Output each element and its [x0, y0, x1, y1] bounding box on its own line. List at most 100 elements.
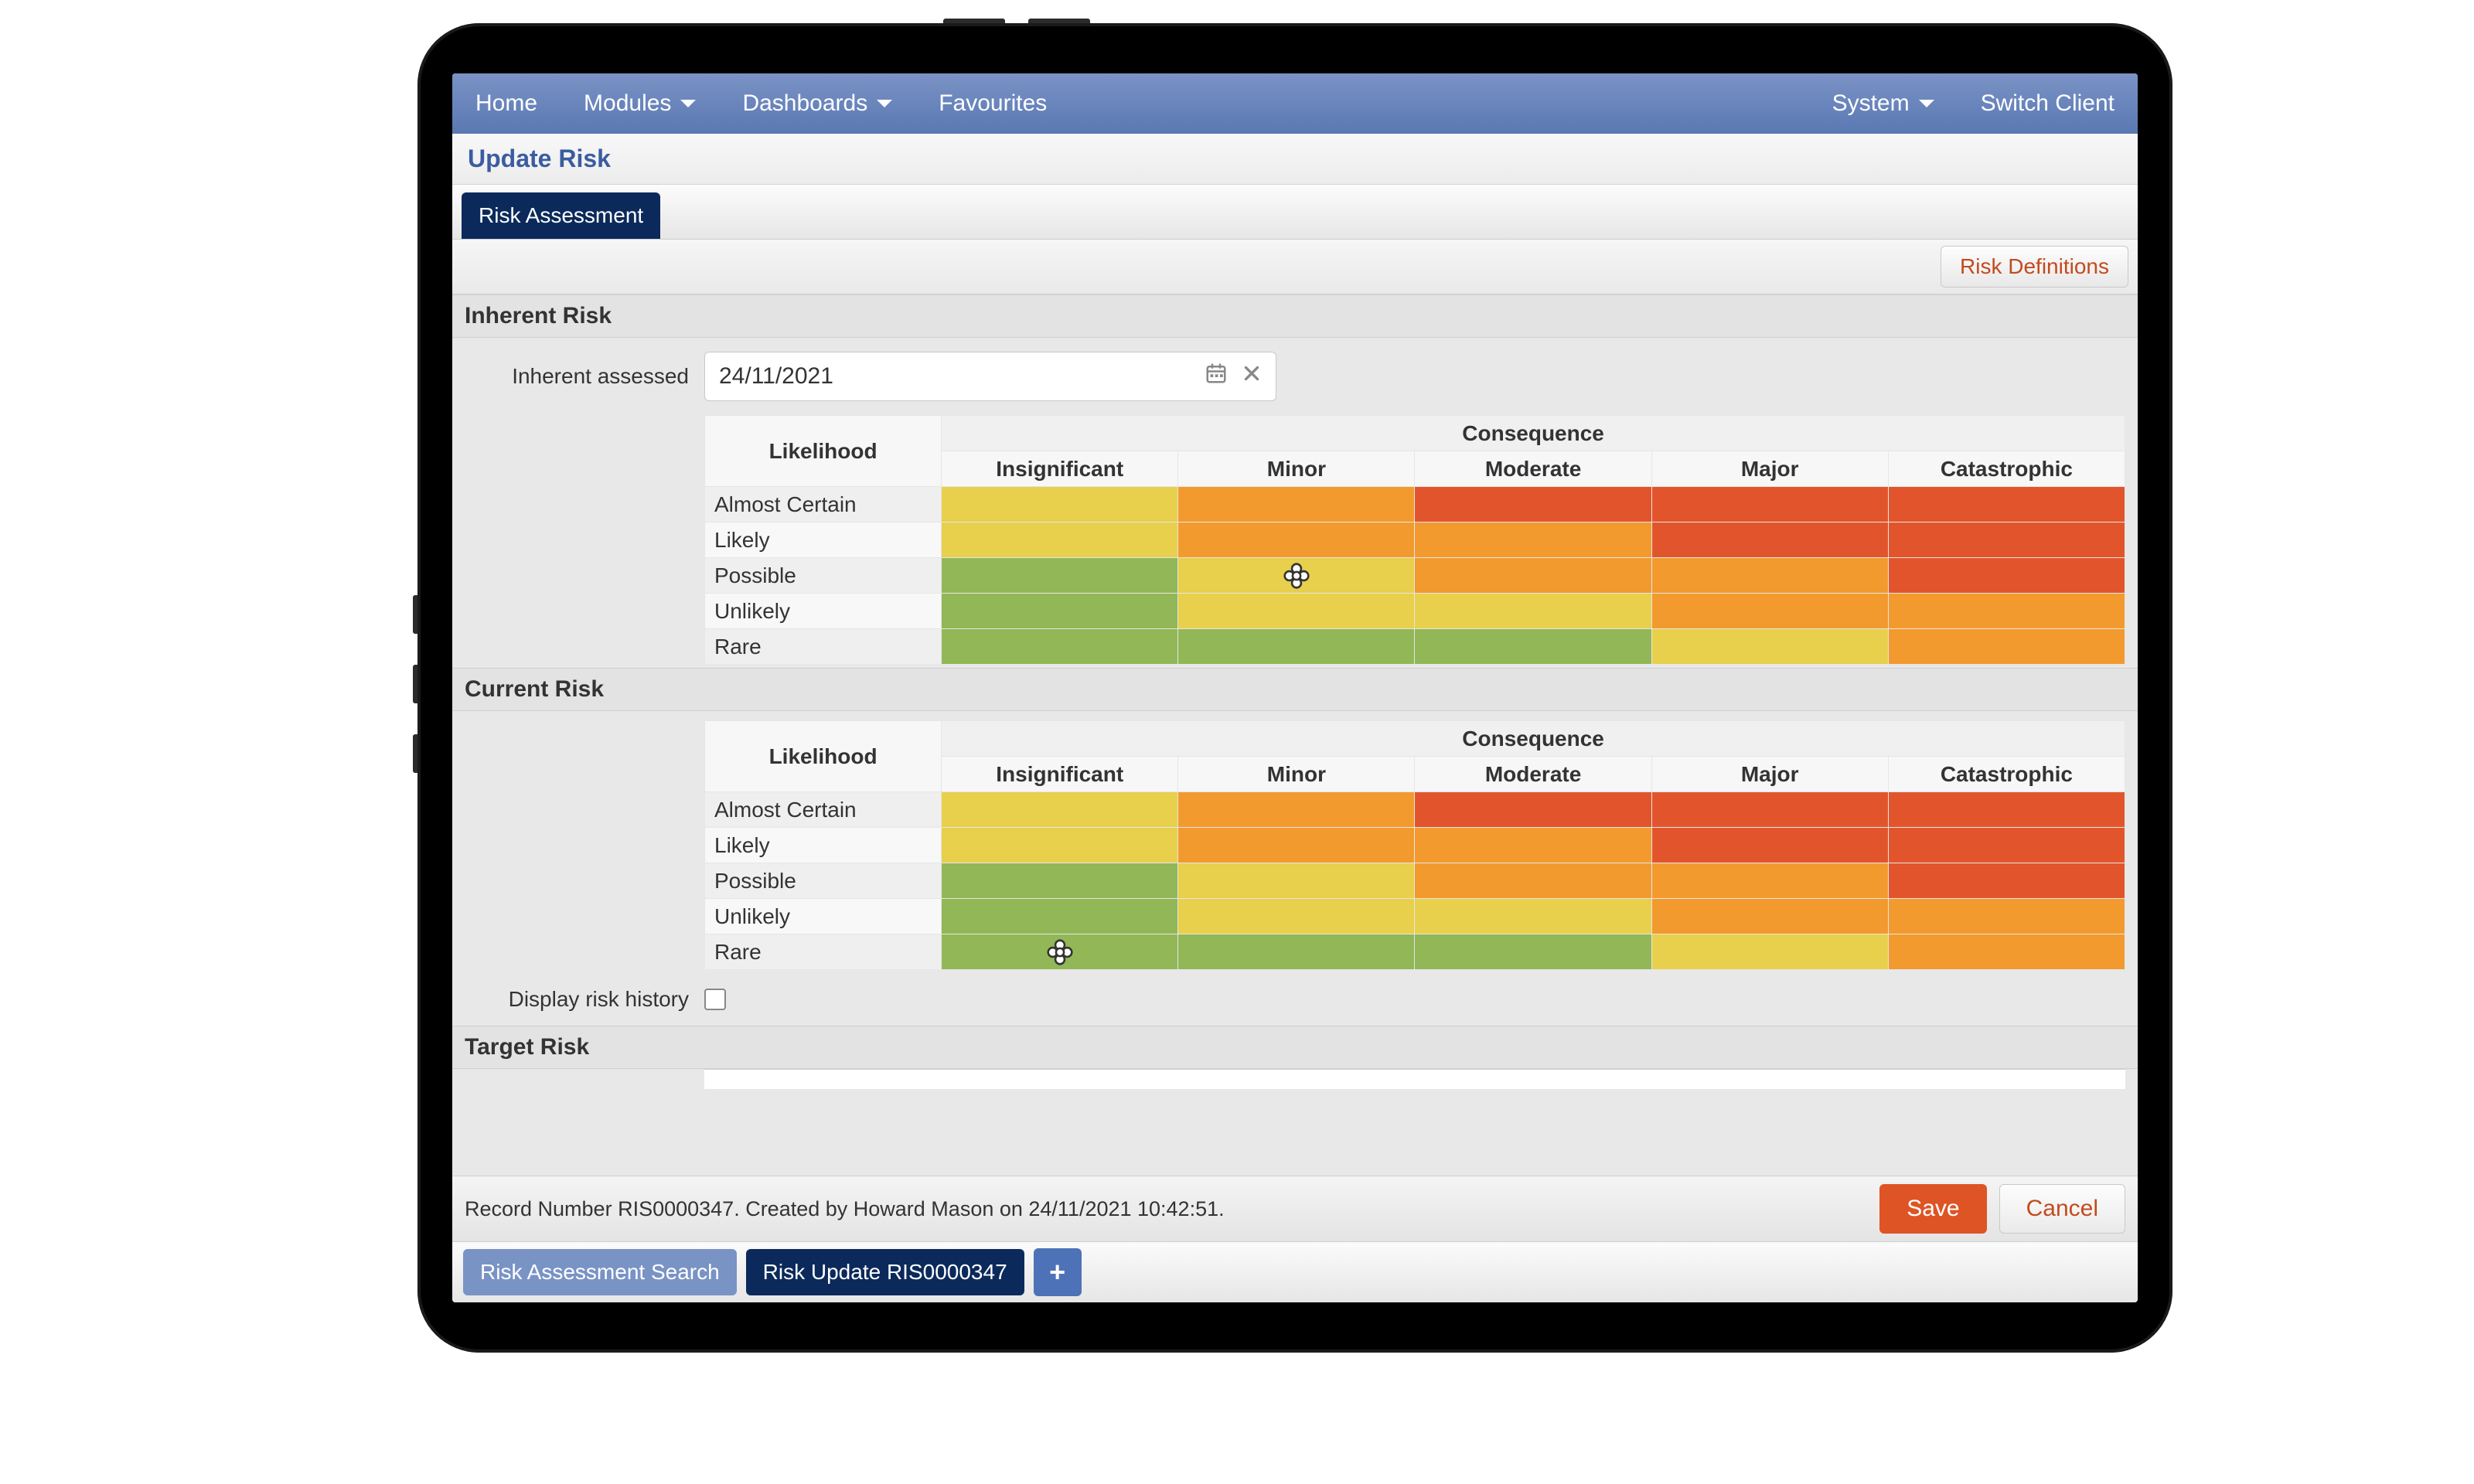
consequence-col-insignificant: Insignificant — [942, 757, 1178, 792]
nav-modules[interactable]: Modules — [584, 90, 696, 117]
nav-label: Home — [475, 90, 537, 117]
risk-cell[interactable] — [942, 522, 1178, 558]
risk-cell[interactable] — [1888, 594, 2125, 629]
risk-cell[interactable] — [1178, 863, 1415, 899]
risk-cell[interactable] — [942, 899, 1178, 934]
chevron-down-icon — [877, 100, 892, 107]
risk-cell[interactable] — [1888, 522, 2125, 558]
likelihood-row-almost-certain: Almost Certain — [705, 487, 942, 522]
risk-cell[interactable] — [1651, 828, 1888, 863]
inherent-assessed-value: 24/11/2021 — [719, 363, 1191, 390]
risk-cell[interactable] — [1651, 863, 1888, 899]
tablet-frame: Home Modules Dashboards Favourites System Sw… — [417, 23, 2172, 1353]
inherent-assessed-row: Inherent assessed 24/11/2021 — [452, 338, 2138, 415]
inherent-risk-matrix[interactable]: Likelihood ConsequenceInsignificantMinor… — [704, 415, 2125, 665]
tablet-side-buttons — [413, 595, 417, 773]
risk-cell[interactable] — [1888, 792, 2125, 828]
nav-label: Modules — [584, 90, 671, 117]
risk-cell[interactable] — [942, 594, 1178, 629]
save-button[interactable]: Save — [1879, 1184, 1986, 1234]
selection-marker-icon — [1283, 563, 1310, 589]
risk-cell[interactable] — [942, 934, 1178, 970]
risk-cell[interactable] — [1178, 934, 1415, 970]
risk-cell[interactable] — [1415, 487, 1651, 522]
tab-row: Risk Assessment — [452, 185, 2138, 240]
likelihood-header: Likelihood — [705, 416, 942, 487]
risk-cell[interactable] — [1651, 934, 1888, 970]
risk-cell[interactable] — [942, 828, 1178, 863]
risk-cell[interactable] — [1888, 828, 2125, 863]
current-matrix-wrap: Likelihood ConsequenceInsignificantMinor… — [452, 711, 2138, 973]
nav-switch-client[interactable]: Switch Client — [1981, 90, 2114, 117]
risk-cell[interactable] — [1415, 934, 1651, 970]
likelihood-row-rare: Rare — [705, 629, 942, 665]
risk-cell[interactable] — [942, 558, 1178, 594]
risk-cell[interactable] — [1415, 828, 1651, 863]
nav-dashboards[interactable]: Dashboards — [742, 90, 892, 117]
risk-cell[interactable] — [942, 792, 1178, 828]
inherent-assessed-input[interactable]: 24/11/2021 — [704, 352, 1276, 401]
tab-risk-assessment[interactable]: Risk Assessment — [462, 192, 660, 239]
risk-cell[interactable] — [1178, 629, 1415, 665]
risk-cell[interactable] — [1415, 629, 1651, 665]
risk-cell[interactable] — [1651, 594, 1888, 629]
likelihood-row-unlikely: Unlikely — [705, 594, 942, 629]
likelihood-row-likely: Likely — [705, 828, 942, 863]
tab-risk-update[interactable]: Risk Update RIS0000347 — [746, 1249, 1024, 1295]
consequence-col-catastrophic: Catastrophic — [1888, 757, 2125, 792]
likelihood-row-possible: Possible — [705, 558, 942, 594]
chevron-down-icon — [680, 100, 696, 107]
consequence-col-moderate: Moderate — [1415, 757, 1651, 792]
risk-cell[interactable] — [1651, 487, 1888, 522]
display-history-label: Display risk history — [465, 987, 689, 1012]
consequence-col-insignificant: Insignificant — [942, 451, 1178, 487]
nav-favourites[interactable]: Favourites — [939, 90, 1047, 117]
display-history-row: Display risk history — [452, 973, 2138, 1026]
risk-cell[interactable] — [942, 629, 1178, 665]
risk-cell[interactable] — [1888, 487, 2125, 522]
risk-cell[interactable] — [942, 487, 1178, 522]
risk-cell[interactable] — [1178, 594, 1415, 629]
risk-cell[interactable] — [1888, 863, 2125, 899]
risk-cell[interactable] — [1651, 629, 1888, 665]
risk-cell[interactable] — [1415, 899, 1651, 934]
consequence-col-major: Major — [1651, 757, 1888, 792]
risk-cell[interactable] — [1178, 522, 1415, 558]
risk-cell[interactable] — [1178, 828, 1415, 863]
risk-cell[interactable] — [1888, 558, 2125, 594]
nav-home[interactable]: Home — [475, 90, 537, 117]
display-history-checkbox[interactable] — [704, 989, 726, 1010]
clear-date-icon[interactable] — [1242, 363, 1262, 390]
definitions-row: Risk Definitions — [452, 240, 2138, 294]
risk-cell[interactable] — [1651, 522, 1888, 558]
content-scroll: Inherent Risk Inherent assessed 24/11/20… — [452, 294, 2138, 1176]
risk-definitions-button[interactable]: Risk Definitions — [1941, 246, 2128, 288]
likelihood-row-possible: Possible — [705, 863, 942, 899]
tab-risk-assessment-search[interactable]: Risk Assessment Search — [463, 1249, 737, 1295]
consequence-col-minor: Minor — [1178, 451, 1415, 487]
consequence-header: Consequence — [942, 721, 2125, 757]
risk-cell[interactable] — [942, 863, 1178, 899]
cancel-button[interactable]: Cancel — [1999, 1184, 2125, 1234]
add-tab-button[interactable]: + — [1034, 1248, 1082, 1296]
risk-cell[interactable] — [1415, 594, 1651, 629]
risk-cell[interactable] — [1178, 792, 1415, 828]
risk-cell[interactable] — [1415, 558, 1651, 594]
risk-cell[interactable] — [1178, 558, 1415, 594]
risk-cell[interactable] — [1888, 899, 2125, 934]
risk-cell[interactable] — [1415, 792, 1651, 828]
risk-cell[interactable] — [1651, 899, 1888, 934]
risk-cell[interactable] — [1651, 792, 1888, 828]
risk-cell[interactable] — [1178, 487, 1415, 522]
risk-cell[interactable] — [1888, 629, 2125, 665]
likelihood-row-likely: Likely — [705, 522, 942, 558]
risk-cell[interactable] — [1415, 522, 1651, 558]
current-risk-matrix[interactable]: Likelihood ConsequenceInsignificantMinor… — [704, 720, 2125, 970]
status-bar: Record Number RIS0000347. Created by How… — [452, 1176, 2138, 1241]
risk-cell[interactable] — [1178, 899, 1415, 934]
risk-cell[interactable] — [1888, 934, 2125, 970]
risk-cell[interactable] — [1415, 863, 1651, 899]
risk-cell[interactable] — [1651, 558, 1888, 594]
nav-system[interactable]: System — [1832, 90, 1934, 117]
calendar-icon[interactable] — [1205, 362, 1228, 391]
